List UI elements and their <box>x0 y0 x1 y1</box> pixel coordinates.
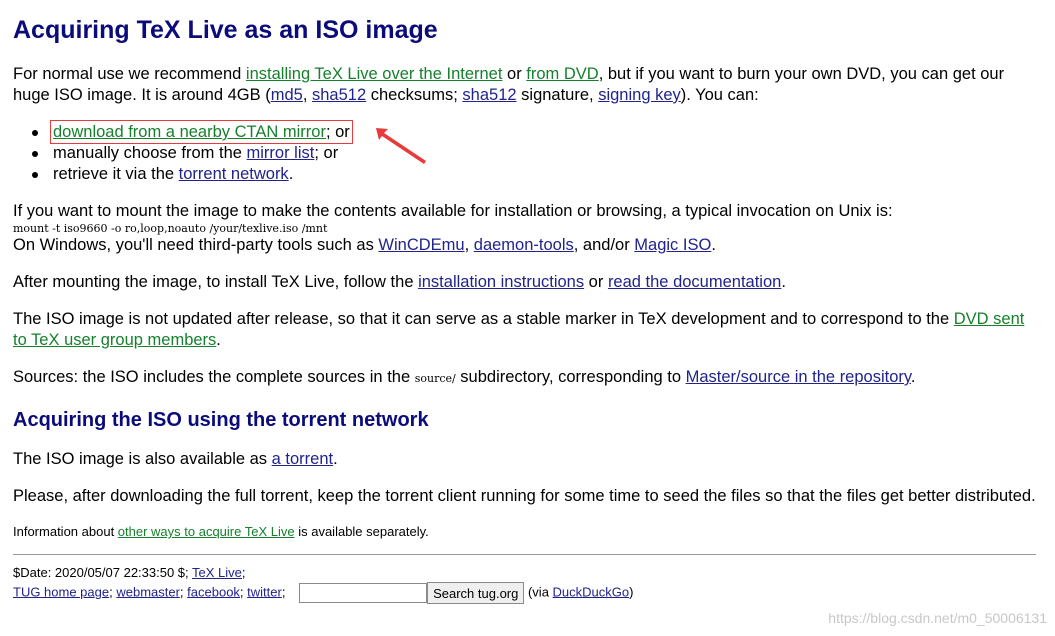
torrent-text-1: The ISO image is also available as <box>13 450 272 468</box>
via-open: (via <box>524 584 553 600</box>
list-item: retrieve it via the torrent network. <box>13 164 1038 185</box>
source-dir-code: source/ <box>414 372 456 385</box>
link-mirror-list[interactable]: mirror list <box>247 144 315 162</box>
link-magic-iso[interactable]: Magic ISO <box>634 236 711 254</box>
sources-paragraph: Sources: the ISO includes the complete s… <box>13 367 1038 389</box>
mount-command: mount -t iso9660 -o ro,loop,noauto /your… <box>13 222 328 235</box>
after-text-3: . <box>781 273 786 291</box>
windows-text: On Windows, you'll need third-party tool… <box>13 236 379 254</box>
download-options-list: download from a nearby CTAN mirror; or m… <box>13 120 1038 185</box>
iso-update-text: The ISO image is not updated after relea… <box>13 310 954 328</box>
link-tug-home[interactable]: TUG home page <box>13 584 109 599</box>
option-2-text: manually choose from the <box>53 144 247 162</box>
bullet-icon <box>32 151 38 157</box>
link-wincdemu[interactable]: WinCDEmu <box>378 236 464 254</box>
link-sha512-signature[interactable]: sha512 <box>462 86 516 104</box>
via-close: ) <box>629 584 634 600</box>
search-input[interactable] <box>299 583 428 603</box>
link-master-source-repo[interactable]: Master/source in the repository <box>686 368 911 386</box>
bullet-icon <box>32 130 38 136</box>
footer-semicolon: ; <box>241 565 246 580</box>
link-webmaster[interactable]: webmaster <box>116 584 180 599</box>
after-text-2: or <box>584 273 608 291</box>
iso-update-paragraph: The ISO image is not updated after relea… <box>13 309 1038 351</box>
seed-paragraph: Please, after downloading the full torre… <box>13 487 1036 505</box>
link-installation-instructions[interactable]: installation instructions <box>418 273 584 291</box>
page-title: Acquiring TeX Live as an ISO image <box>13 16 438 44</box>
option-2-tail: ; or <box>314 144 339 162</box>
link-signing-key[interactable]: signing key <box>598 86 681 104</box>
intro-paragraph: For normal use we recommend installing T… <box>13 64 1038 106</box>
link-md5[interactable]: md5 <box>271 86 303 104</box>
intro-text-2: or <box>502 65 527 83</box>
page-content: Acquiring TeX Live as an ISO image For n… <box>13 0 1038 604</box>
highlight-box: download from a nearby CTAN mirror; or <box>50 120 353 144</box>
search-button[interactable]: Search tug.org <box>427 582 525 604</box>
footer-sep-4: ; <box>281 584 286 600</box>
watermark: https://blog.csdn.net/m0_50006131 <box>828 610 1047 626</box>
after-text-1: After mounting the image, to install TeX… <box>13 273 419 291</box>
windows-sep-2: , and/or <box>573 236 635 254</box>
intro-text-4: , <box>302 86 312 104</box>
footer-line-1: $Date: 2020/05/07 22:33:50 $; TeX Live; <box>13 563 1038 582</box>
torrent-heading: Acquiring the ISO using the torrent netw… <box>13 409 429 431</box>
sources-text-3: . <box>910 368 916 386</box>
link-twitter[interactable]: twitter <box>247 584 282 599</box>
link-texlive[interactable]: TeX Live <box>192 565 242 580</box>
link-other-ways[interactable]: other ways to acquire TeX Live <box>118 524 295 539</box>
red-arrow-icon <box>376 128 426 164</box>
link-torrent-network[interactable]: torrent network <box>179 165 289 183</box>
list-item: manually choose from the mirror list; or <box>13 143 1038 164</box>
footer-line-2: TUG home page; webmaster; facebook; twit… <box>13 582 1038 604</box>
option-3-tail: . <box>288 165 294 183</box>
link-a-torrent[interactable]: a torrent <box>272 450 333 468</box>
footer-divider <box>13 554 1036 555</box>
sources-text-1: Sources: the ISO includes the complete s… <box>13 368 415 386</box>
option-1-tail: ; or <box>325 123 350 141</box>
option-3-text: retrieve it via the <box>53 165 179 183</box>
link-daemon-tools[interactable]: daemon-tools <box>474 236 574 254</box>
list-item: download from a nearby CTAN mirror; or <box>13 120 1038 144</box>
iso-update-end: . <box>216 331 221 349</box>
link-read-documentation[interactable]: read the documentation <box>608 273 781 291</box>
footer: $Date: 2020/05/07 22:33:50 $; TeX Live; … <box>13 563 1038 604</box>
after-mount-paragraph: After mounting the image, to install TeX… <box>13 272 1038 293</box>
torrent-text-2: . <box>333 450 338 468</box>
sources-text-2: subdirectory, corresponding to <box>455 368 686 386</box>
link-facebook[interactable]: facebook <box>187 584 240 599</box>
link-install-internet[interactable]: installing TeX Live over the Internet <box>246 65 503 83</box>
link-duckduckgo[interactable]: DuckDuckGo <box>553 584 630 599</box>
windows-sep-1: , <box>464 236 474 254</box>
windows-end: . <box>711 236 716 254</box>
link-ctan-mirror[interactable]: download from a nearby CTAN mirror <box>53 123 326 141</box>
intro-text-7: ). You can: <box>680 86 759 104</box>
intro-text-6: signature, <box>516 86 599 104</box>
windows-tools-paragraph: On Windows, you'll need third-party tool… <box>13 235 1038 256</box>
link-sha512-checksum[interactable]: sha512 <box>312 86 366 104</box>
info-text-2: is available separately. <box>294 524 429 539</box>
link-from-dvd[interactable]: from DVD <box>526 65 598 83</box>
intro-text-5: checksums; <box>366 86 463 104</box>
bullet-icon <box>32 172 38 178</box>
info-text-1: Information about <box>13 524 118 539</box>
torrent-paragraph: The ISO image is also available as a tor… <box>13 449 1038 470</box>
intro-text-1: For normal use we recommend <box>13 65 246 83</box>
mount-text: If you want to mount the image to make t… <box>13 202 893 220</box>
footer-date: $Date: 2020/05/07 22:33:50 $; <box>13 565 193 580</box>
info-paragraph: Information about other ways to acquire … <box>13 523 1038 540</box>
